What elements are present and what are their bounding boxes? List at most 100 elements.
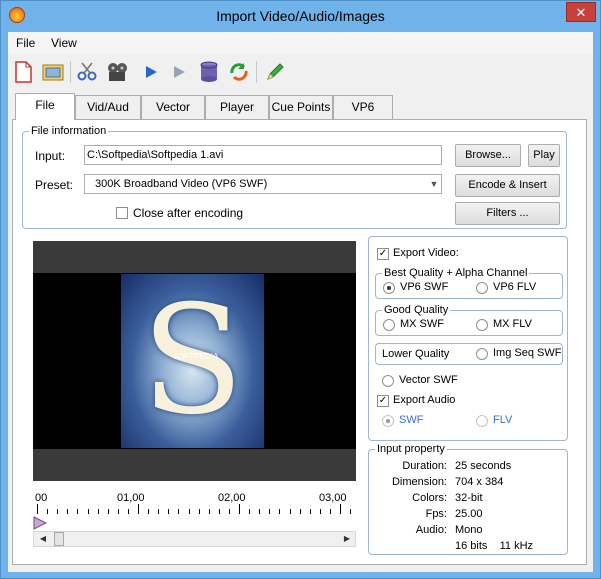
close-after-encoding-label: Close after encoding bbox=[133, 206, 244, 220]
timeline-tick bbox=[117, 509, 119, 514]
vp6-flv-label: VP6 FLV bbox=[493, 281, 537, 293]
best-quality-legend: Best Quality + Alpha Channel bbox=[384, 267, 528, 279]
timeline-tick bbox=[299, 509, 301, 514]
app-window: Import Video/Audio/Images ✕ File View Fi… bbox=[0, 0, 601, 579]
input-property-legend: Input property bbox=[377, 443, 445, 455]
audio-flv-label: FLV bbox=[493, 414, 513, 426]
vector-swf-label: Vector SWF bbox=[399, 374, 458, 386]
tab-strip: File Vid/Aud Vector Player Cue Points VP… bbox=[8, 93, 593, 120]
property-value: 32-bit bbox=[455, 492, 483, 504]
audio-flv-radio[interactable] bbox=[476, 415, 488, 427]
img-seq-swf-label: Img Seq SWF bbox=[493, 347, 562, 359]
tab-vector[interactable]: Vector bbox=[141, 95, 205, 119]
mx-swf-radio[interactable] bbox=[383, 319, 395, 331]
refresh-icon[interactable] bbox=[226, 59, 252, 85]
title-bar[interactable]: Import Video/Audio/Images ✕ bbox=[1, 1, 600, 32]
timeline-tick-label: 00 bbox=[35, 492, 48, 504]
timeline-tick bbox=[57, 509, 59, 514]
tab-cue-points[interactable]: Cue Points bbox=[269, 95, 333, 119]
timeline-tick bbox=[249, 509, 251, 514]
video-frame-image: S SOFTPEDIA bbox=[121, 274, 264, 448]
export-audio-label: Export Audio bbox=[393, 394, 456, 406]
close-button[interactable]: ✕ bbox=[566, 2, 596, 22]
timeline-tick bbox=[148, 509, 150, 514]
timeline-tick bbox=[228, 509, 230, 514]
preset-select[interactable]: 300K Broadband Video (VP6 SWF) bbox=[84, 174, 442, 194]
window-title: Import Video/Audio/Images bbox=[216, 8, 385, 24]
timeline-tick bbox=[218, 509, 220, 514]
timeline-tick bbox=[127, 509, 129, 514]
mx-flv-radio[interactable] bbox=[476, 319, 488, 331]
pencil-icon[interactable] bbox=[262, 59, 288, 85]
timeline-tick bbox=[37, 504, 38, 514]
tab-panel-file: File information Input: C:\Softpedia\Sof… bbox=[12, 119, 587, 565]
property-key: Fps: bbox=[425, 508, 447, 520]
vp6-swf-radio[interactable] bbox=[383, 282, 395, 294]
menu-view[interactable]: View bbox=[51, 36, 77, 50]
timeline-tick bbox=[138, 504, 139, 514]
toolbar bbox=[8, 56, 593, 88]
scroll-right-icon[interactable]: ▶ bbox=[340, 532, 354, 546]
audio-swf-radio[interactable] bbox=[382, 415, 394, 427]
scroll-left-icon[interactable]: ◀ bbox=[36, 532, 50, 546]
film-reel-icon[interactable] bbox=[104, 59, 130, 85]
timeline-tick bbox=[239, 504, 240, 514]
property-value: Mono bbox=[455, 524, 483, 536]
timeline-ruler[interactable]: 00 01,00 02,00 03,00 bbox=[33, 492, 356, 530]
timeline-tick bbox=[107, 509, 109, 514]
playhead-marker[interactable] bbox=[33, 516, 48, 530]
tab-file[interactable]: File bbox=[15, 93, 75, 120]
timeline-tick-label: 03,00 bbox=[319, 492, 347, 504]
vector-swf-radio[interactable] bbox=[382, 375, 394, 387]
timeline-tick bbox=[208, 509, 210, 514]
img-seq-swf-radio[interactable] bbox=[476, 348, 488, 360]
tab-vid-aud[interactable]: Vid/Aud bbox=[75, 95, 141, 119]
encode-insert-button[interactable]: Encode & Insert bbox=[455, 174, 560, 197]
play-icon[interactable] bbox=[138, 59, 164, 85]
filters-button[interactable]: Filters ... bbox=[455, 202, 560, 225]
property-value: 25.00 bbox=[455, 508, 483, 520]
export-audio-checkbox[interactable]: ✓ bbox=[377, 395, 389, 407]
property-key: Audio: bbox=[415, 524, 447, 536]
export-video-checkbox[interactable]: ✓ bbox=[377, 248, 389, 260]
property-value: 16 bits 11 kHz bbox=[455, 540, 534, 552]
menu-file[interactable]: File bbox=[16, 36, 35, 50]
property-value: 25 seconds bbox=[455, 460, 512, 472]
timeline-tick bbox=[319, 509, 321, 514]
property-key: Dimension: bbox=[391, 476, 447, 488]
timeline-tick bbox=[269, 509, 271, 514]
new-icon[interactable] bbox=[10, 59, 36, 85]
play-button[interactable]: Play bbox=[528, 144, 560, 167]
timeline-tick bbox=[350, 509, 352, 514]
property-key: Duration: bbox=[402, 460, 447, 472]
tab-vp6[interactable]: VP6 bbox=[333, 95, 393, 119]
database-icon[interactable] bbox=[196, 59, 222, 85]
step-icon[interactable] bbox=[166, 59, 192, 85]
input-path-field[interactable]: C:\Softpedia\Softpedia 1.avi bbox=[84, 145, 442, 165]
open-icon[interactable] bbox=[40, 59, 66, 85]
browse-button[interactable]: Browse... bbox=[455, 144, 521, 167]
client-area: File View File Vid/Aud Vector Player Cue… bbox=[8, 32, 593, 572]
vp6-flv-radio[interactable] bbox=[476, 282, 488, 294]
close-after-encoding-checkbox[interactable] bbox=[116, 207, 128, 219]
timeline-tick bbox=[259, 509, 261, 514]
tab-player[interactable]: Player bbox=[205, 95, 269, 119]
timeline-tick bbox=[329, 509, 331, 514]
chevron-down-icon[interactable]: ▼ bbox=[427, 176, 441, 192]
horizontal-scrollbar[interactable]: ◀ ▶ bbox=[33, 531, 356, 547]
timeline-tick bbox=[188, 509, 190, 514]
timeline-tick-label: 02,00 bbox=[218, 492, 246, 504]
file-information-legend: File information bbox=[31, 125, 107, 137]
timeline-tick-label: 01,00 bbox=[117, 492, 145, 504]
scroll-thumb[interactable] bbox=[54, 532, 64, 546]
timeline-tick bbox=[178, 509, 180, 514]
timeline-tick bbox=[87, 509, 89, 514]
mx-swf-label: MX SWF bbox=[400, 318, 444, 330]
timeline-tick bbox=[97, 509, 99, 514]
timeline-tick bbox=[198, 509, 200, 514]
timeline-tick bbox=[309, 509, 311, 514]
timeline-tick bbox=[47, 509, 49, 514]
vp6-swf-label: VP6 SWF bbox=[400, 281, 449, 293]
timeline-tick bbox=[67, 509, 69, 514]
cut-icon[interactable] bbox=[74, 59, 100, 85]
